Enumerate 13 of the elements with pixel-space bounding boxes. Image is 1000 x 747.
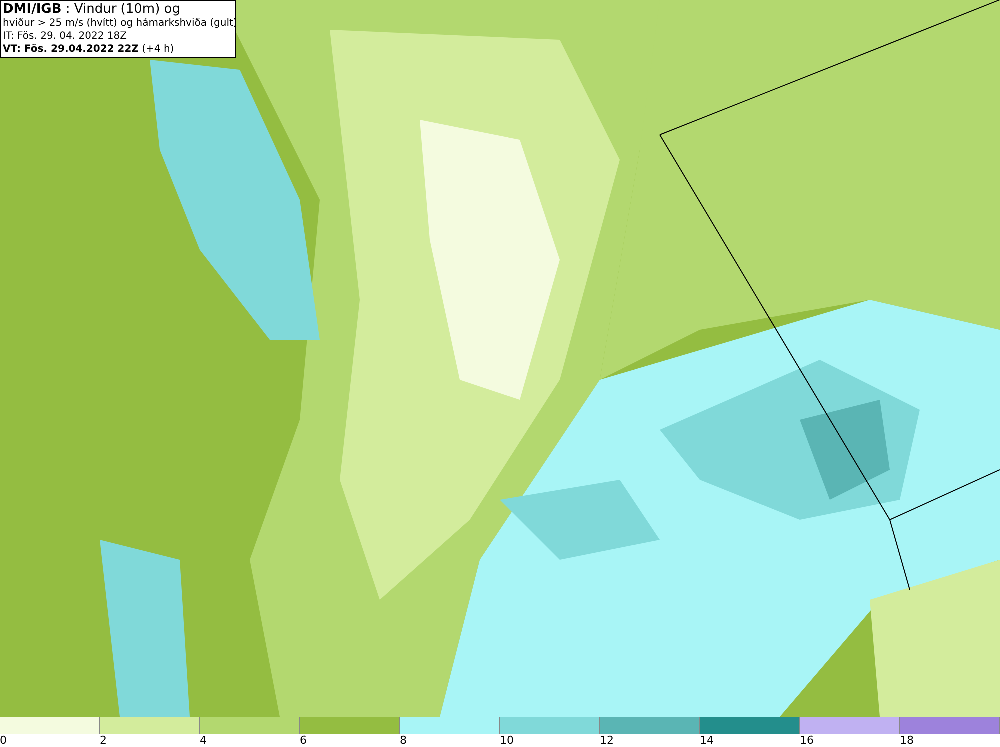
legend-label: 18 xyxy=(900,734,914,747)
legend-label: 6 xyxy=(300,734,307,747)
info-line: VT: Fös. 29.04.2022 22Z (+4 h) xyxy=(3,43,176,56)
legend-label: 16 xyxy=(800,734,814,747)
info-line: IT: Fös. 29. 04. 2022 18Z xyxy=(3,30,128,43)
legend-label: 8 xyxy=(400,734,407,747)
legend-label: 4 xyxy=(200,734,207,747)
legend-label: 12 xyxy=(600,734,614,747)
legend-label: 0 xyxy=(0,734,7,747)
legend-label: 2 xyxy=(100,734,107,747)
legend-label: 10 xyxy=(500,734,514,747)
legend-label: 14 xyxy=(700,734,714,747)
info-line: DMI/IGB : Vindur (10m) og xyxy=(3,2,182,17)
